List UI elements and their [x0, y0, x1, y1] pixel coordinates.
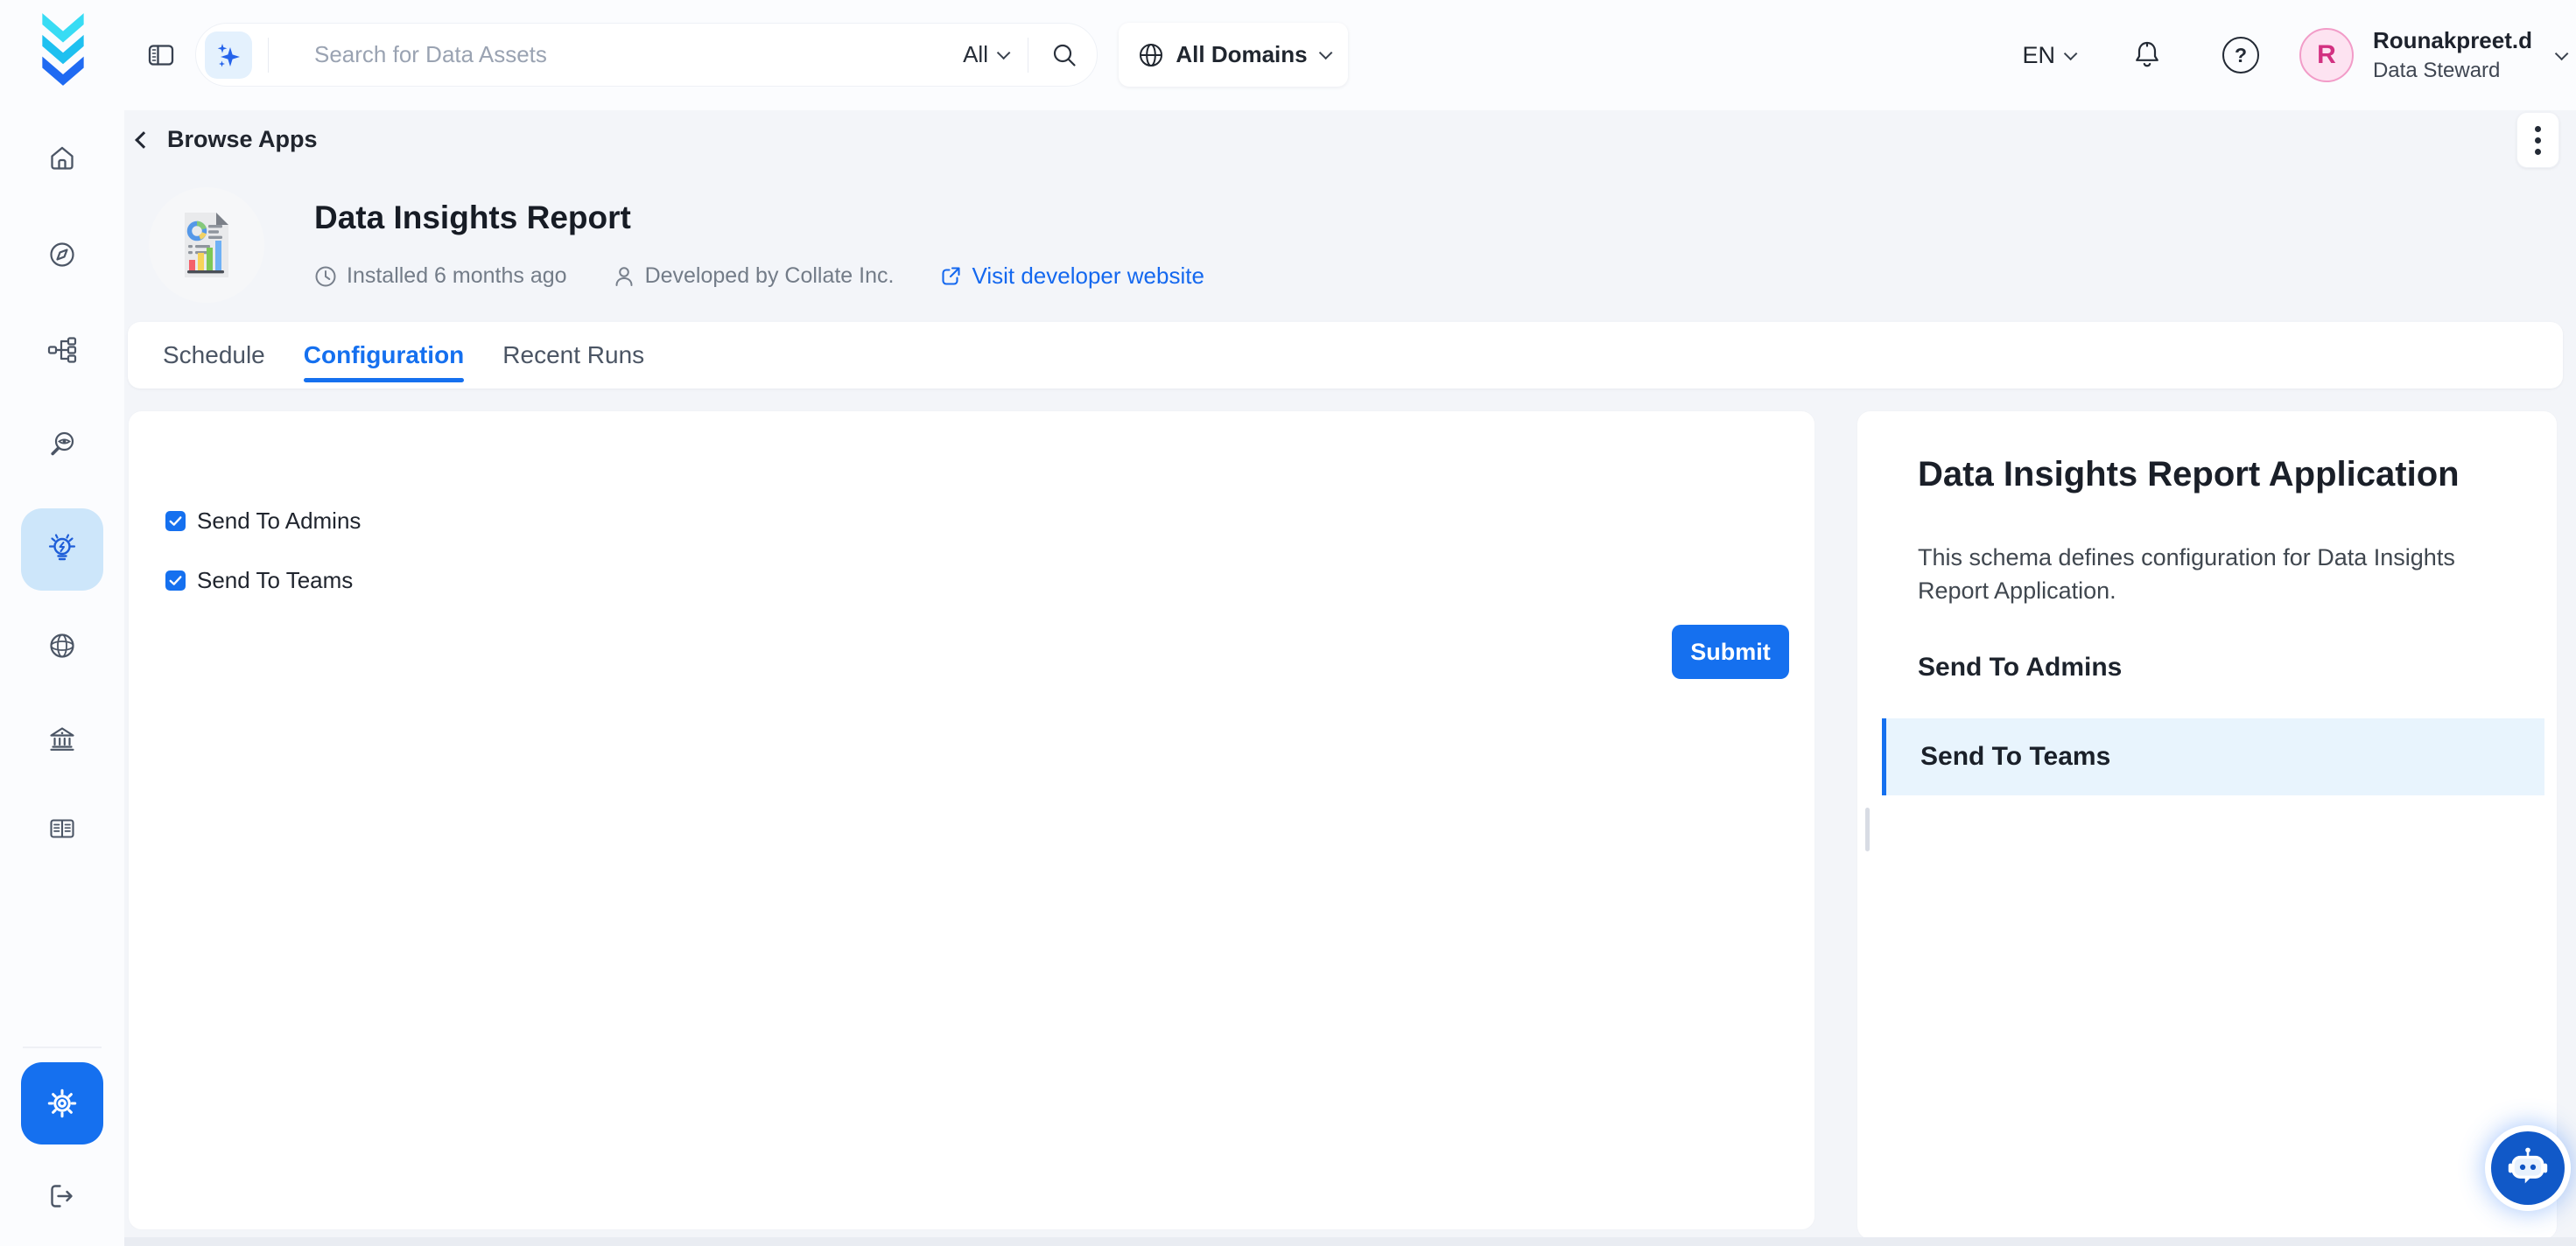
send-to-teams-checkbox[interactable]: [165, 570, 186, 591]
user-icon: [613, 265, 635, 288]
topbar-right-cluster: EN ? R Rounakpreet.d Data Steward: [2022, 0, 2565, 110]
observability-icon: [47, 430, 77, 459]
chevron-down-icon: [2064, 46, 2078, 60]
schema-panel: Data Insights Report Application This sc…: [1857, 410, 2558, 1240]
sidebar-item-observability[interactable]: [21, 403, 103, 486]
ai-search-button[interactable]: [205, 32, 252, 79]
tab-label: Schedule: [163, 341, 265, 369]
checkbox-label[interactable]: Send To Teams: [197, 567, 353, 594]
home-icon: [47, 144, 77, 173]
page-title: Data Insights Report: [314, 200, 631, 236]
logout-icon: [47, 1181, 77, 1211]
installed-text: Installed 6 months ago: [347, 263, 567, 289]
back-label: Browse Apps: [167, 126, 318, 153]
sidebar-item-govern[interactable]: [21, 698, 103, 780]
sidebar-item-home[interactable]: [21, 117, 103, 200]
robot-icon: [2505, 1145, 2551, 1191]
notifications-bell-icon[interactable]: [2130, 38, 2165, 73]
more-options-button[interactable]: [2516, 112, 2559, 168]
sidebar-item-domains[interactable]: [21, 605, 103, 687]
topbar: All All Domains EN: [124, 0, 2576, 110]
send-to-admins-field: Send To Admins: [165, 508, 361, 535]
chevron-left-icon: [135, 131, 152, 149]
developer-text: Developed by Collate Inc.: [645, 263, 895, 289]
developer-info: Developed by Collate Inc.: [613, 263, 895, 289]
tab-label: Configuration: [304, 341, 465, 369]
govern-bank-icon: [47, 724, 77, 754]
external-link-icon: [939, 265, 962, 288]
app-tabs: Schedule Configuration Recent Runs: [128, 322, 2563, 388]
chatbot-button[interactable]: [2491, 1131, 2565, 1205]
insights-bulb-icon: [45, 532, 80, 567]
search-scope-label[interactable]: All: [963, 41, 988, 68]
search-icon[interactable]: [1051, 42, 1077, 68]
user-menu[interactable]: Rounakpreet.d Data Steward: [2373, 26, 2532, 84]
chevron-down-icon[interactable]: [2555, 46, 2569, 60]
language-label: EN: [2022, 42, 2055, 69]
sidebar-item-explore[interactable]: [21, 214, 103, 296]
browse-apps-back-link[interactable]: Browse Apps: [137, 126, 318, 153]
globe-icon: [1138, 42, 1164, 68]
data-flow-icon: [47, 335, 77, 365]
gear-icon: [45, 1086, 80, 1121]
user-role: Data Steward: [2373, 58, 2532, 84]
avatar[interactable]: R: [2299, 28, 2354, 82]
tab-recent-runs[interactable]: Recent Runs: [502, 322, 644, 388]
user-name: Rounakpreet.d: [2373, 26, 2532, 55]
checkbox-label[interactable]: Send To Admins: [197, 508, 361, 535]
global-search-bar: All: [195, 23, 1098, 87]
search-input[interactable]: [269, 41, 963, 68]
sidebar-toggle-icon[interactable]: [146, 40, 176, 70]
sidebar-item-insights[interactable]: [21, 508, 103, 591]
schema-section-label: Send To Teams: [1886, 742, 2110, 772]
kebab-dot: [2535, 149, 2541, 155]
scrollbar-thumb[interactable]: [1865, 808, 1870, 851]
chevron-down-icon: [1318, 46, 1332, 60]
help-glyph: ?: [2235, 44, 2247, 67]
configuration-form-card: Send To Admins Send To Teams Submit: [128, 410, 1815, 1230]
tab-label: Recent Runs: [502, 341, 644, 369]
domains-globe-icon: [47, 631, 77, 661]
explore-compass-icon: [47, 240, 77, 270]
kebab-dot: [2535, 126, 2541, 132]
clock-icon: [314, 265, 337, 288]
sidebar-item-settings[interactable]: [21, 1062, 103, 1144]
app-report-icon: [165, 204, 248, 286]
tab-configuration[interactable]: Configuration: [304, 322, 465, 388]
schema-title: Data Insights Report Application: [1918, 455, 2460, 494]
all-domains-dropdown[interactable]: All Domains: [1119, 23, 1348, 87]
collate-logo: [32, 11, 95, 87]
send-to-teams-field: Send To Teams: [165, 567, 353, 594]
chevron-down-icon[interactable]: [997, 46, 1011, 60]
ai-sparkle-icon: [214, 40, 243, 70]
language-dropdown[interactable]: EN: [2022, 42, 2074, 69]
main-content: Browse Apps Data Insights Report: [124, 110, 2576, 1246]
glossary-book-icon: [47, 814, 77, 844]
kebab-dot: [2535, 137, 2541, 144]
all-domains-label: All Domains: [1176, 41, 1307, 68]
website-link-label: Visit developer website: [972, 262, 1204, 290]
developer-website-link[interactable]: Visit developer website: [939, 262, 1204, 290]
send-to-admins-checkbox[interactable]: [165, 511, 186, 531]
schema-section-send-to-admins: Send To Admins: [1918, 653, 2122, 682]
app-meta-row: Installed 6 months ago Developed by Coll…: [314, 262, 1204, 290]
sidebar: [0, 0, 124, 1246]
sidebar-divider: [23, 1046, 102, 1048]
tab-schedule[interactable]: Schedule: [163, 322, 265, 388]
sidebar-item-glossary[interactable]: [21, 788, 103, 870]
installed-info: Installed 6 months ago: [314, 263, 567, 289]
schema-description: This schema defines configuration for Da…: [1918, 541, 2499, 607]
submit-button[interactable]: Submit: [1672, 625, 1789, 679]
help-icon[interactable]: ?: [2222, 37, 2259, 74]
avatar-initial: R: [2317, 40, 2336, 70]
sidebar-item-data-flow[interactable]: [21, 309, 103, 391]
sidebar-item-logout[interactable]: [21, 1155, 103, 1237]
schema-section-send-to-teams[interactable]: Send To Teams: [1882, 718, 2544, 795]
